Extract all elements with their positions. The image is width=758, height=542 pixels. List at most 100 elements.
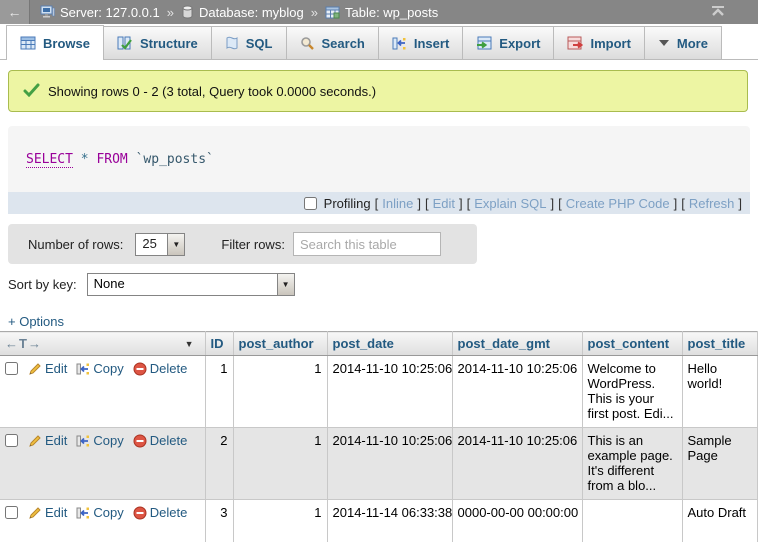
tab-insert[interactable]: Insert xyxy=(378,26,463,59)
number-of-rows-select[interactable]: 25 ▼ xyxy=(135,233,185,256)
options-toggle-link[interactable]: + Options xyxy=(8,314,64,329)
back-arrow-icon: ← xyxy=(8,4,22,20)
tab-label: Search xyxy=(322,36,365,51)
success-check-icon xyxy=(23,83,40,100)
bracket: [ xyxy=(558,196,562,211)
rows-filter-bar: Number of rows: 25 ▼ Filter rows: xyxy=(8,224,477,264)
phpmyadmin-page: ← Server: 127.0.0.1 » Database: myblog »… xyxy=(0,0,758,542)
tab-browse[interactable]: Browse xyxy=(6,25,104,60)
copy-row-link[interactable]: Copy xyxy=(93,433,123,448)
column-header-post-date[interactable]: post_date xyxy=(327,332,452,356)
status-message: Showing rows 0 - 2 (3 total, Query took … xyxy=(8,70,748,112)
cell-id: 3 xyxy=(205,500,233,542)
explain-sql-link[interactable]: Explain SQL xyxy=(474,196,546,211)
structure-icon xyxy=(117,36,133,50)
tab-more[interactable]: More xyxy=(644,26,722,59)
column-header-post-content[interactable]: post_content xyxy=(582,332,682,356)
cell-post-author: 1 xyxy=(233,500,327,542)
bracket: [ xyxy=(467,196,471,211)
table-row: EditCopyDelete 3 1 2014-11-14 06:33:38 0… xyxy=(0,500,758,542)
copy-icon xyxy=(76,506,90,523)
number-of-rows-value: 25 xyxy=(136,234,167,255)
filter-rows-input[interactable] xyxy=(293,232,441,256)
copy-icon xyxy=(76,362,90,379)
collapse-navigation-icon[interactable] xyxy=(710,4,726,18)
sql-query-text: SELECT * FROM `wp_posts` xyxy=(8,126,750,192)
tab-label: Browse xyxy=(43,36,90,51)
export-icon xyxy=(476,36,492,50)
column-header-post-author[interactable]: post_author xyxy=(233,332,327,356)
delete-row-link[interactable]: Delete xyxy=(150,433,188,448)
breadcrumb-table[interactable]: Table: wp_posts xyxy=(345,5,438,20)
tab-export[interactable]: Export xyxy=(462,26,554,59)
table-row: EditCopyDelete 1 1 2014-11-10 10:25:06 2… xyxy=(0,356,758,428)
column-header-id[interactable]: ID xyxy=(205,332,233,356)
edit-row-link[interactable]: Edit xyxy=(45,505,67,520)
create-php-code-link[interactable]: Create PHP Code xyxy=(566,196,670,211)
row-checkbox[interactable] xyxy=(5,506,18,519)
edit-row-link[interactable]: Edit xyxy=(45,433,67,448)
bracket: ] xyxy=(738,196,742,211)
refresh-link[interactable]: Refresh xyxy=(689,196,735,211)
sql-keyword-select[interactable]: SELECT xyxy=(26,152,73,168)
action-column-header: ←T→ ▼ xyxy=(0,332,205,356)
chevron-down-icon xyxy=(658,39,670,47)
sort-by-key-select[interactable]: None ▼ xyxy=(87,273,295,296)
cell-post-content xyxy=(582,500,682,542)
tab-search[interactable]: Search xyxy=(286,26,379,59)
cell-id: 1 xyxy=(205,356,233,428)
tab-sql[interactable]: SQL xyxy=(211,26,287,59)
tab-label: More xyxy=(677,36,708,51)
tab-import[interactable]: Import xyxy=(553,26,644,59)
cell-post-author: 1 xyxy=(233,356,327,428)
column-header-post-title[interactable]: post_title xyxy=(682,332,758,356)
pencil-icon xyxy=(28,362,42,379)
column-move-icon[interactable]: ←T→ xyxy=(5,336,42,351)
with-selected-dropdown-icon[interactable]: ▼ xyxy=(185,339,194,349)
back-button[interactable]: ← xyxy=(0,0,30,24)
sql-keyword-from: FROM xyxy=(96,152,127,167)
cell-post-content: This is an example page. It's different … xyxy=(582,428,682,500)
cell-post-author: 1 xyxy=(233,428,327,500)
import-icon xyxy=(567,36,583,50)
sql-query-box: SELECT * FROM `wp_posts` Profiling [ Inl… xyxy=(8,126,750,214)
cell-post-date-gmt: 0000-00-00 00:00:00 xyxy=(452,500,582,542)
delete-row-link[interactable]: Delete xyxy=(150,505,188,520)
cell-id: 2 xyxy=(205,428,233,500)
cell-post-content: Welcome to WordPress. This is your first… xyxy=(582,356,682,428)
query-actions-bar: Profiling [ Inline ] [ Edit ] [ Explain … xyxy=(8,192,750,214)
row-actions: Edit Copy Delete xyxy=(0,428,205,500)
copy-icon xyxy=(76,434,90,451)
delete-icon xyxy=(133,362,147,379)
edit-query-link[interactable]: Edit xyxy=(433,196,455,211)
bracket: ] xyxy=(459,196,463,211)
breadcrumb-database[interactable]: Database: myblog xyxy=(199,5,304,20)
sort-by-key-label: Sort by key: xyxy=(8,277,77,292)
filter-rows-label: Filter rows: xyxy=(221,237,285,252)
copy-row-link[interactable]: Copy xyxy=(93,505,123,520)
server-icon xyxy=(40,5,55,19)
breadcrumb-separator: » xyxy=(311,5,318,20)
delete-row-link[interactable]: Delete xyxy=(150,361,188,376)
bracket: ] xyxy=(417,196,421,211)
tab-structure[interactable]: Structure xyxy=(103,26,212,59)
inline-link[interactable]: Inline xyxy=(382,196,413,211)
column-header-post-date-gmt[interactable]: post_date_gmt xyxy=(452,332,582,356)
edit-row-link[interactable]: Edit xyxy=(45,361,67,376)
bracket: ] xyxy=(674,196,678,211)
cell-post-date: 2014-11-10 10:25:06 xyxy=(327,356,452,428)
cell-post-title: Sample Page xyxy=(682,428,758,500)
row-checkbox[interactable] xyxy=(5,434,18,447)
insert-icon xyxy=(392,36,407,51)
row-checkbox[interactable] xyxy=(5,362,18,375)
breadcrumb-server[interactable]: Server: 127.0.0.1 xyxy=(60,5,160,20)
table-icon xyxy=(325,6,340,19)
profiling-checkbox[interactable] xyxy=(304,197,317,210)
tab-label: Export xyxy=(499,36,540,51)
pencil-icon xyxy=(28,506,42,523)
copy-row-link[interactable]: Copy xyxy=(93,361,123,376)
chevron-down-icon: ▼ xyxy=(167,234,184,255)
profiling-label: Profiling xyxy=(324,196,371,211)
bracket: [ xyxy=(681,196,685,211)
delete-icon xyxy=(133,506,147,523)
